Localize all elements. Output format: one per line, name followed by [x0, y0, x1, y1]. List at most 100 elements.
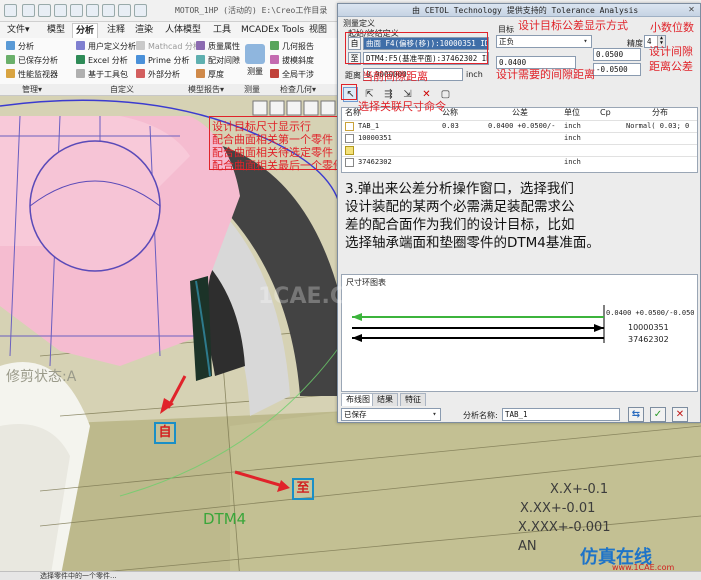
- tab-annotate[interactable]: 注释: [104, 23, 128, 38]
- col-header-tolerance[interactable]: 公差: [512, 108, 528, 118]
- required-gap-annotation: 设计需要的间隙距离: [496, 68, 595, 81]
- undo-icon[interactable]: [70, 4, 83, 17]
- table-row[interactable]: 10000351 inch: [342, 132, 697, 144]
- new-file-icon[interactable]: [22, 4, 35, 17]
- tab-wiring[interactable]: 布线图: [341, 393, 375, 406]
- draft-command[interactable]: 拔模斜度: [270, 55, 314, 67]
- toolkit-based-command[interactable]: 基于工具包: [76, 69, 128, 81]
- save-icon[interactable]: [54, 4, 67, 17]
- target-format-annotation: 设计目标公差显示方式: [518, 19, 628, 32]
- datum-label: DTM4: [203, 510, 247, 528]
- save-state-select[interactable]: 已保存 ▾: [341, 408, 441, 421]
- tab-file[interactable]: 文件▾: [4, 23, 33, 38]
- mathcad-analysis-command[interactable]: Mathcad 分析: [136, 41, 201, 53]
- upper-tolerance-field[interactable]: 0.0500: [593, 48, 641, 61]
- lower-tolerance-field[interactable]: -0.0500: [593, 63, 641, 76]
- check-icon: ✓: [653, 409, 663, 420]
- col-header-distribution[interactable]: 分布: [652, 108, 668, 118]
- gdt-line-3: X.XXX+-0.001: [518, 520, 611, 535]
- from-chip: 自: [154, 422, 176, 444]
- tab-manikin[interactable]: 人体模型: [162, 23, 204, 38]
- tab-tools[interactable]: 工具: [210, 23, 234, 38]
- mass-properties-command[interactable]: 质量属性: [196, 41, 240, 53]
- user-defined-analysis-command[interactable]: 用户定义分析: [76, 41, 136, 53]
- view-tools: [252, 100, 336, 116]
- table-row[interactable]: 37462302 inch: [342, 156, 697, 168]
- refresh-icon: ⇆: [631, 409, 641, 420]
- refresh-button[interactable]: ⇆: [628, 407, 644, 422]
- performance-monitor-command[interactable]: 性能监视器: [6, 69, 58, 81]
- prime-icon: [136, 55, 145, 64]
- close-window-icon[interactable]: [134, 4, 147, 17]
- gdt-line-1: X.X+-0.1: [550, 482, 609, 497]
- excel-icon: [76, 55, 85, 64]
- saved-analysis-command[interactable]: 已保存分析: [6, 55, 58, 67]
- toolkit-icon: [76, 69, 85, 78]
- table-row[interactable]: [342, 144, 697, 156]
- distance-unit: inch: [466, 70, 483, 79]
- geometry-report-command[interactable]: 几何报告: [270, 41, 314, 53]
- prime-analysis-command[interactable]: Prime 分析: [136, 55, 189, 67]
- tab-model[interactable]: 模型: [44, 23, 68, 38]
- tab-results[interactable]: 结果: [372, 393, 398, 406]
- chain-diagram: [352, 305, 605, 343]
- external-analysis-command[interactable]: 外部分析: [136, 69, 180, 81]
- analysis-name-label: 分析名称:: [463, 411, 498, 420]
- tab-mcadex[interactable]: MCADEx Tools: [238, 23, 307, 38]
- geometry-report-icon: [270, 41, 279, 50]
- tab-render[interactable]: 渲染: [132, 23, 156, 38]
- pairs-clearance-command[interactable]: 配对间隙: [196, 55, 240, 67]
- excel-analysis-command[interactable]: Excel 分析: [76, 55, 128, 67]
- measure-big-button[interactable]: 测量: [240, 44, 270, 77]
- target-row-icon: [345, 122, 354, 131]
- group-custom: 自定义: [110, 85, 134, 94]
- ok-button[interactable]: ✓: [650, 407, 666, 422]
- part-icon: [345, 158, 354, 167]
- target-type-select[interactable]: 正负 ▾: [496, 35, 592, 48]
- thickness-icon: [196, 69, 205, 78]
- center-watermark: 1CAE.COM: [258, 284, 387, 309]
- distance-label: 距离: [345, 71, 361, 80]
- analysis-command[interactable]: 分析: [6, 41, 34, 53]
- tab-view[interactable]: 视图: [306, 23, 330, 38]
- col-header-cp[interactable]: Cp: [600, 108, 611, 118]
- gap-tolerance-annotation-1: 设计间隙: [649, 45, 693, 58]
- interference-icon: [270, 69, 279, 78]
- mass-props-icon: [196, 41, 205, 50]
- gdt-line-4: AN: [518, 539, 537, 554]
- tab-features[interactable]: 特征: [400, 393, 426, 406]
- chain-part1-label: 10000351: [628, 323, 669, 332]
- group-measure: 测量: [244, 85, 260, 94]
- to-chip: 至: [292, 478, 314, 500]
- open-file-icon[interactable]: [38, 4, 51, 17]
- saved-analysis-icon: [6, 55, 15, 64]
- dialog-title-bar: 由 CETOL Technology 提供支持的 Tolerance Analy…: [338, 4, 700, 17]
- pointer-highlight-box: [341, 84, 357, 100]
- group-manage[interactable]: 管理▾: [22, 84, 42, 96]
- cancel-button[interactable]: ✕: [672, 407, 688, 422]
- tab-analysis[interactable]: 分析: [72, 23, 99, 38]
- group-model-report[interactable]: 模型报告▾: [188, 84, 224, 96]
- trim-state-label: 修剪状态:A: [6, 369, 77, 385]
- col-header-unit[interactable]: 单位: [564, 108, 580, 118]
- measure-icon: [245, 44, 265, 64]
- dialog-title: 由 CETOL Technology 提供支持的 Tolerance Analy…: [412, 6, 639, 15]
- table-row[interactable]: TAB_1 0.03 0.0400 +0.0500/- inch Normal(…: [342, 120, 697, 132]
- analysis-icon: [6, 41, 15, 50]
- part-icon: [345, 134, 354, 143]
- mathcad-icon: [136, 41, 145, 50]
- app-logo-icon: [4, 4, 17, 17]
- redo-icon[interactable]: [86, 4, 99, 17]
- chain-target-label: 0.0400 +0.0500/-0.050: [606, 309, 695, 317]
- chain-part2-label: 37462302: [628, 335, 669, 344]
- regenerate-icon[interactable]: [102, 4, 115, 17]
- close-icon[interactable]: ✕: [686, 5, 697, 15]
- window-icon[interactable]: [118, 4, 131, 17]
- group-inspect-geometry[interactable]: 检查几何▾: [280, 84, 316, 96]
- close-icon: ✕: [675, 409, 685, 420]
- thickness-command[interactable]: 厚度: [196, 69, 224, 81]
- current-gap-annotation: 当前间隙距离: [362, 70, 428, 83]
- global-interference-command[interactable]: 全局干涉: [270, 69, 314, 81]
- dimension-table: 名称 公称 公差 单位 Cp 分布 TAB_1 0.03 0.0400 +0.0…: [341, 107, 698, 173]
- analysis-name-input[interactable]: TAB_1: [502, 408, 620, 421]
